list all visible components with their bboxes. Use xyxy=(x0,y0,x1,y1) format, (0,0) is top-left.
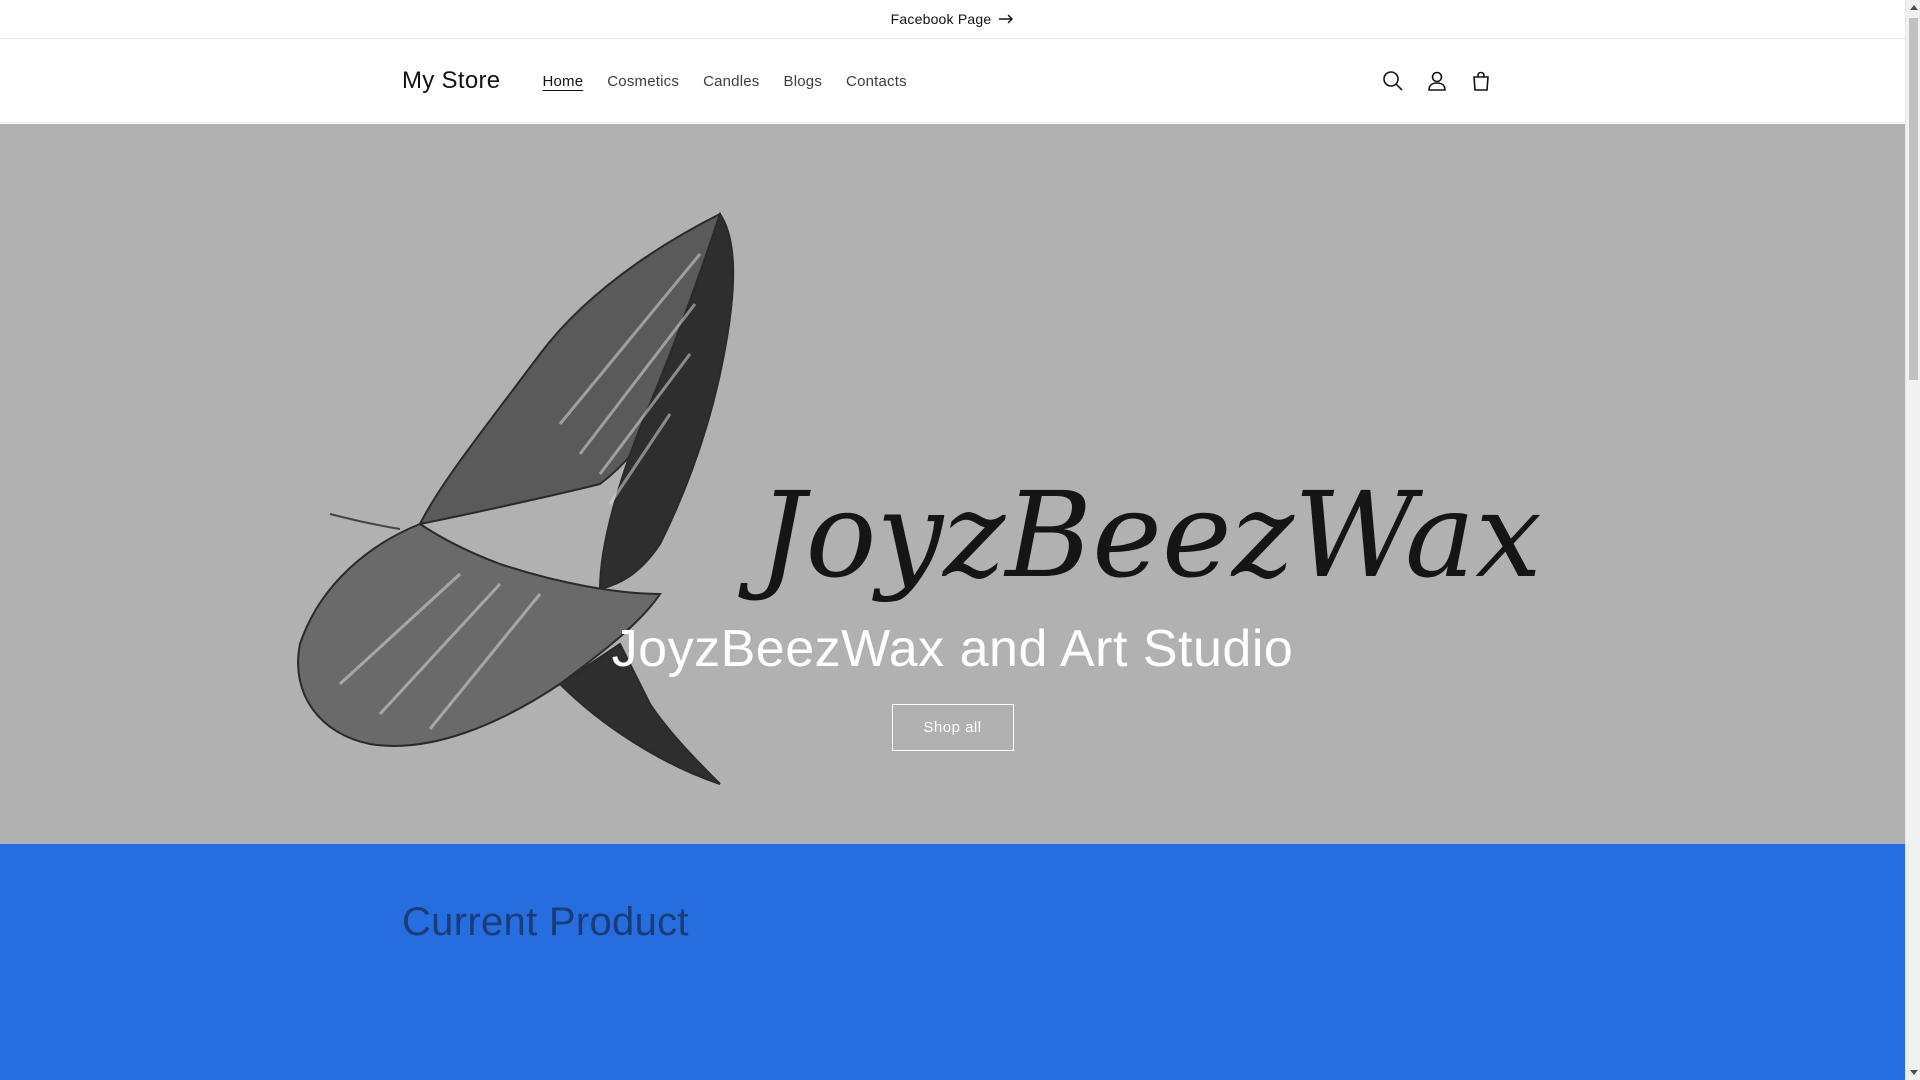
cart-button[interactable] xyxy=(1459,59,1503,103)
announcement-link[interactable]: Facebook Page xyxy=(891,11,1015,27)
search-button[interactable] xyxy=(1371,59,1415,103)
chevron-down-icon xyxy=(1909,1070,1918,1075)
main-nav: Home Cosmetics Candles Blogs Contacts xyxy=(530,65,918,98)
cart-icon xyxy=(1473,71,1489,91)
arrow-right-icon xyxy=(999,14,1014,24)
announcement-text: Facebook Page xyxy=(890,11,992,27)
account-button[interactable] xyxy=(1415,59,1459,103)
nav-item-cosmetics[interactable]: Cosmetics xyxy=(595,65,691,98)
site-header: My Store Home Cosmetics Candles Blogs Co… xyxy=(0,39,1905,123)
hero-wordmark: JoyzBeezWax xyxy=(738,466,1542,604)
page: Facebook Page My Store Home Cosmetics Ca… xyxy=(0,0,1905,1080)
hero-content: JoyzBeezWax and Art Studio Shop all xyxy=(0,620,1905,752)
announcement-bar: Facebook Page xyxy=(0,0,1905,39)
hero-banner: JoyzBeezWax JoyzBeezWax and Art Studio S… xyxy=(0,124,1905,844)
account-icon xyxy=(1428,71,1446,91)
section-title: Current Product xyxy=(402,900,689,944)
shop-all-button[interactable]: Shop all xyxy=(891,704,1014,752)
nav-item-blogs[interactable]: Blogs xyxy=(772,65,835,98)
scroll-down-arrow[interactable] xyxy=(1906,1065,1920,1080)
scroll-up-arrow[interactable] xyxy=(1906,0,1920,15)
current-product-section: Current Product xyxy=(0,844,1905,1080)
header-icons xyxy=(1371,59,1503,103)
scroll-thumb[interactable] xyxy=(1909,18,1918,380)
hero-title: JoyzBeezWax and Art Studio xyxy=(611,620,1294,678)
nav-item-contacts[interactable]: Contacts xyxy=(834,65,919,98)
nav-item-home[interactable]: Home xyxy=(530,65,595,98)
nav-item-candles[interactable]: Candles xyxy=(691,65,771,98)
page-scrollbar[interactable] xyxy=(1905,0,1920,1080)
store-logo[interactable]: My Store xyxy=(402,67,500,95)
search-icon xyxy=(1383,71,1403,91)
chevron-up-icon xyxy=(1909,5,1918,10)
